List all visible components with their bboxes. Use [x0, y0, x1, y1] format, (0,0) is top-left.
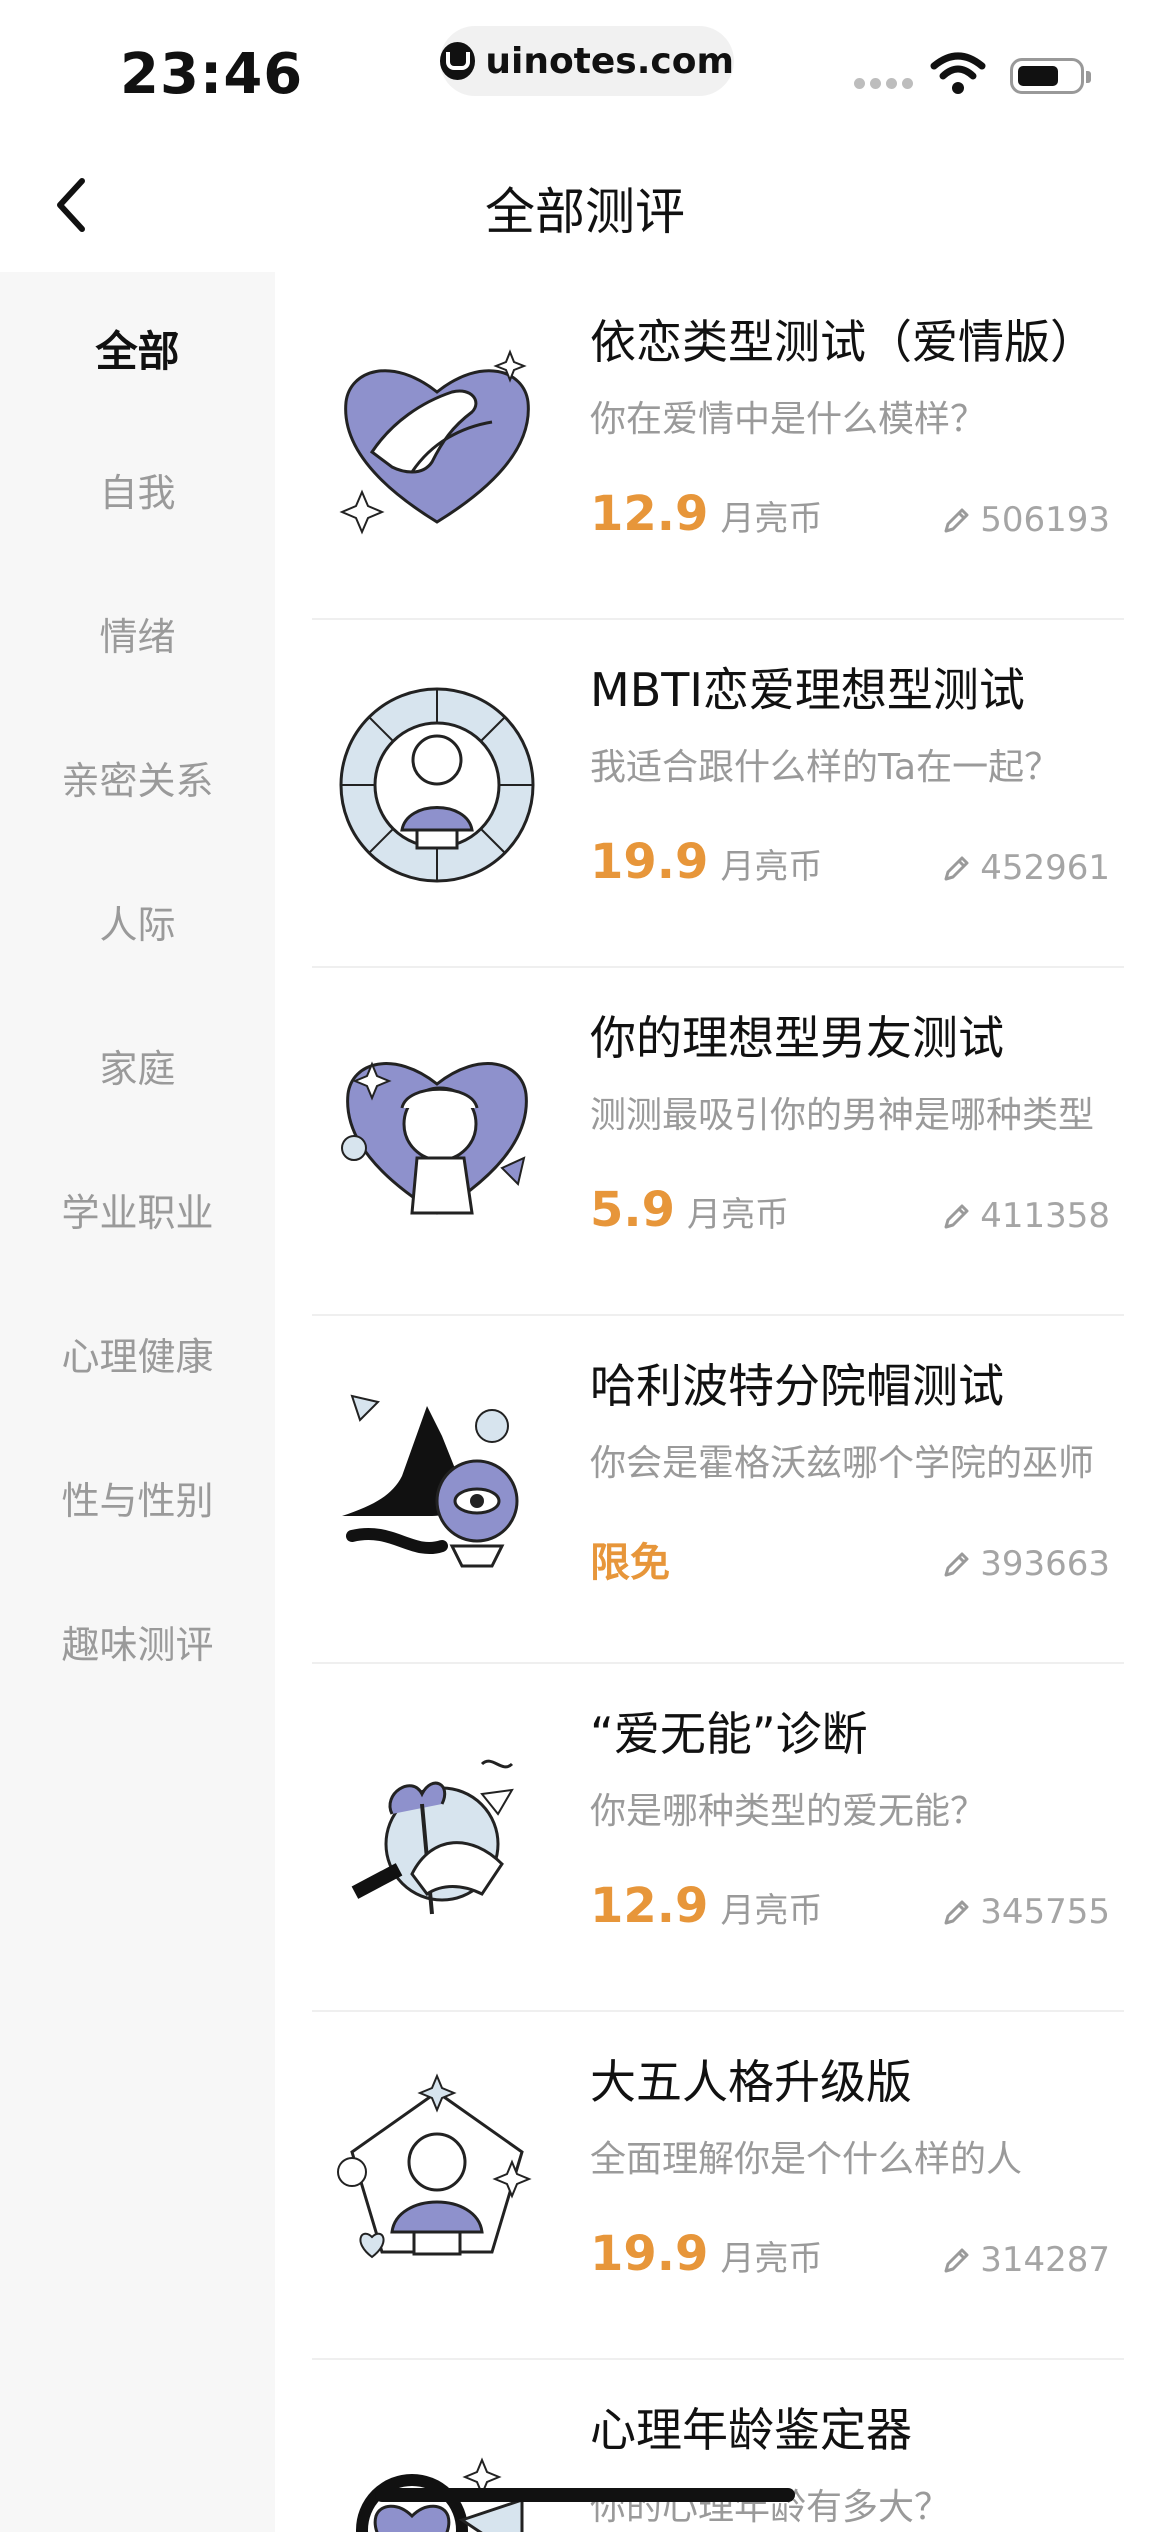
url-pill[interactable]: uinotes.com [440, 26, 734, 96]
participant-count: 314287 [942, 2240, 1110, 2280]
price-unit: 月亮币 [720, 499, 823, 539]
participant-count: 393663 [942, 1544, 1110, 1584]
sidebar-item-fun[interactable]: 趣味测评 [0, 1614, 275, 1669]
home-indicator[interactable] [375, 2488, 795, 2502]
cellular-signal-icon [854, 78, 913, 89]
test-title: 哈利波特分院帽测试 [590, 1359, 1004, 1413]
category-sidebar: 全部 自我 情绪 亲密关系 人际 家庭 学业职业 心理健康 性与性别 趣味测评 [0, 272, 275, 2532]
test-subtitle: 我适合跟什么样的Ta在一起？ [590, 747, 1061, 788]
mbti-wheel-bust-icon [339, 687, 535, 883]
test-subtitle: 你在爱情中是什么模样？ [590, 399, 987, 440]
uinotes-logo-icon [440, 42, 476, 80]
price-unit: 月亮币 [720, 1891, 823, 1931]
heart-rings-icon [356, 2457, 524, 2532]
pencil-icon [944, 1552, 969, 1577]
page-title: 全部测评 [485, 183, 685, 241]
sidebar-item-intimacy[interactable]: 亲密关系 [0, 750, 275, 805]
test-subtitle: 你的心理年龄有多大？ [590, 2487, 951, 2528]
test-subtitle: 全面理解你是个什么样的人 [590, 2139, 1023, 2180]
count-value: 452961 [980, 848, 1110, 888]
sidebar-item-all[interactable]: 全部 [0, 318, 275, 379]
test-price: 12.9 月亮币 [590, 486, 822, 542]
test-price: 5.9 月亮币 [590, 1182, 789, 1238]
test-card[interactable]: 心理年龄鉴定器 你的心理年龄有多大？ [312, 2360, 1124, 2532]
price-unit: 月亮币 [720, 847, 823, 887]
test-title: 大五人格升级版 [590, 2055, 912, 2109]
pencil-icon [944, 856, 969, 881]
statue-heart-icon [341, 1061, 528, 1215]
test-price: 19.9 月亮币 [590, 834, 822, 890]
sidebar-item-emotion[interactable]: 情绪 [0, 606, 275, 661]
test-title: 心理年龄鉴定器 [590, 2403, 912, 2457]
participant-count: 345755 [942, 1892, 1110, 1932]
test-card[interactable]: 哈利波特分院帽测试 你会是霍格沃兹哪个学院的巫师 限免 393663 [312, 1316, 1124, 1664]
test-card[interactable]: MBTI恋爱理想型测试 我适合跟什么样的Ta在一起？ 19.9 月亮币 4529… [312, 620, 1124, 968]
status-bar: 23:46 uinotes.com [0, 0, 1170, 130]
hand-flower-icon [351, 1759, 514, 1915]
count-value: 345755 [980, 1892, 1110, 1932]
price-value: 19.9 [590, 2226, 709, 2282]
price-value: 19.9 [590, 834, 709, 890]
sorting-hat-crystal-ball-icon [342, 1394, 519, 1568]
sidebar-item-career[interactable]: 学业职业 [0, 1182, 275, 1237]
test-card[interactable]: 依恋类型测试（爱情版） 你在爱情中是什么模样？ 12.9 月亮币 506193 [312, 272, 1124, 620]
count-value: 411358 [980, 1196, 1110, 1236]
sidebar-item-gender[interactable]: 性与性别 [0, 1470, 275, 1525]
test-card[interactable]: 你的理想型男友测试 测测最吸引你的男神是哪种类型 5.9 月亮币 411358 [312, 968, 1124, 1316]
test-title: 你的理想型男友测试 [590, 1011, 1004, 1065]
pencil-icon [944, 1900, 969, 1925]
test-price: 19.9 月亮币 [590, 2226, 822, 2282]
test-subtitle: 你是哪种类型的爱无能？ [590, 1791, 987, 1832]
test-title: “爱无能”诊断 [590, 1707, 868, 1761]
test-card[interactable]: “爱无能”诊断 你是哪种类型的爱无能？ 12.9 月亮币 345755 [312, 1664, 1124, 2012]
price-value: 12.9 [590, 486, 709, 542]
pencil-icon [944, 1204, 969, 1229]
test-title: 依恋类型测试（爱情版） [590, 315, 1096, 369]
nav-bar: 全部测评 [0, 140, 1170, 270]
count-value: 314287 [980, 2240, 1110, 2280]
test-price: 12.9 月亮币 [590, 1878, 822, 1934]
sidebar-item-self[interactable]: 自我 [0, 462, 275, 517]
status-time: 23:46 [120, 42, 304, 107]
sidebar-item-mental-health[interactable]: 心理健康 [0, 1326, 275, 1381]
pencil-icon [944, 2248, 969, 2273]
test-card[interactable]: 大五人格升级版 全面理解你是个什么样的人 19.9 月亮币 314287 [312, 2012, 1124, 2360]
participant-count: 506193 [942, 500, 1110, 540]
test-price: 限免 [590, 1530, 670, 1588]
wifi-icon [930, 52, 986, 94]
price-value: 12.9 [590, 1878, 709, 1934]
pencil-icon [944, 508, 969, 533]
test-subtitle: 测测最吸引你的男神是哪种类型 [590, 1095, 1095, 1136]
url-text: uinotes.com [485, 40, 734, 82]
price-unit: 月亮币 [687, 1195, 790, 1235]
sidebar-item-social[interactable]: 人际 [0, 894, 275, 949]
sidebar-item-family[interactable]: 家庭 [0, 1038, 275, 1093]
participant-count: 411358 [942, 1196, 1110, 1236]
price-unit: 月亮币 [720, 2239, 823, 2279]
free-badge: 限免 [590, 1540, 670, 1586]
count-value: 506193 [980, 500, 1110, 540]
pentagon-bust-icon [337, 2073, 532, 2259]
holding-hands-heart-icon [339, 349, 530, 535]
price-value: 5.9 [590, 1182, 676, 1238]
test-title: MBTI恋爱理想型测试 [590, 663, 1025, 717]
count-value: 393663 [980, 1544, 1110, 1584]
battery-icon [1010, 58, 1091, 94]
test-subtitle: 你会是霍格沃兹哪个学院的巫师 [590, 1443, 1095, 1484]
participant-count: 452961 [942, 848, 1110, 888]
